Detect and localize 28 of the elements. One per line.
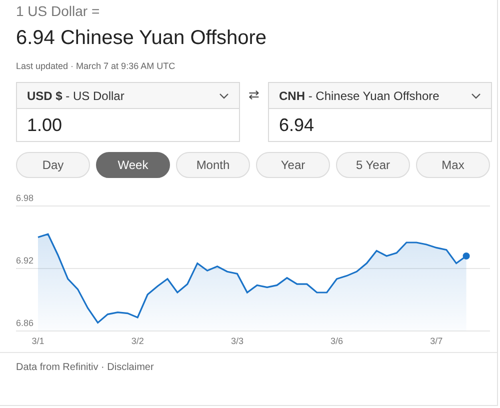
last-updated: Last updated · March 7 at 9:36 AM UTC <box>15 60 176 73</box>
y-axis-label: 6.92 <box>16 256 34 266</box>
current-point-marker <box>462 252 470 260</box>
x-axis-label: 3/7 <box>430 336 443 346</box>
x-axis-label: 3/3 <box>230 336 244 346</box>
range-tab[interactable]: Day <box>16 152 90 178</box>
currency-dropdown[interactable]: USD $ - US Dollar <box>16 82 240 109</box>
swap-icon[interactable]: ⇄ <box>240 82 268 108</box>
chevron-down-icon <box>219 92 229 98</box>
amount-field[interactable]: 6.94 <box>268 109 492 142</box>
x-axis-label: 3/2 <box>131 336 144 346</box>
range-tab[interactable]: Month <box>176 152 250 178</box>
range-tab[interactable]: Week <box>96 152 170 178</box>
range-tab[interactable]: Year <box>256 152 330 178</box>
separator-dot: · <box>100 362 106 373</box>
amount-field[interactable]: 1.00 <box>16 109 240 142</box>
y-axis-label: 6.86 <box>16 318 34 328</box>
x-axis-label: 3/1 <box>32 336 44 346</box>
data-source: Data from Refinitiv <box>16 362 98 373</box>
range-tab[interactable]: 5 Year <box>336 152 410 178</box>
x-axis-label: 3/6 <box>330 336 344 346</box>
converted-amount: 6.94 Chinese Yuan Offshore <box>15 26 268 51</box>
chevron-down-icon <box>471 92 481 98</box>
disclaimer-link[interactable]: Disclaimer <box>107 362 154 373</box>
y-axis-label: 6.98 <box>16 193 34 203</box>
range-tab[interactable]: Max <box>416 152 490 178</box>
base-amount: 1 US Dollar = <box>15 2 101 21</box>
currency-dropdown[interactable]: CNH - Chinese Yuan Offshore <box>268 82 492 109</box>
